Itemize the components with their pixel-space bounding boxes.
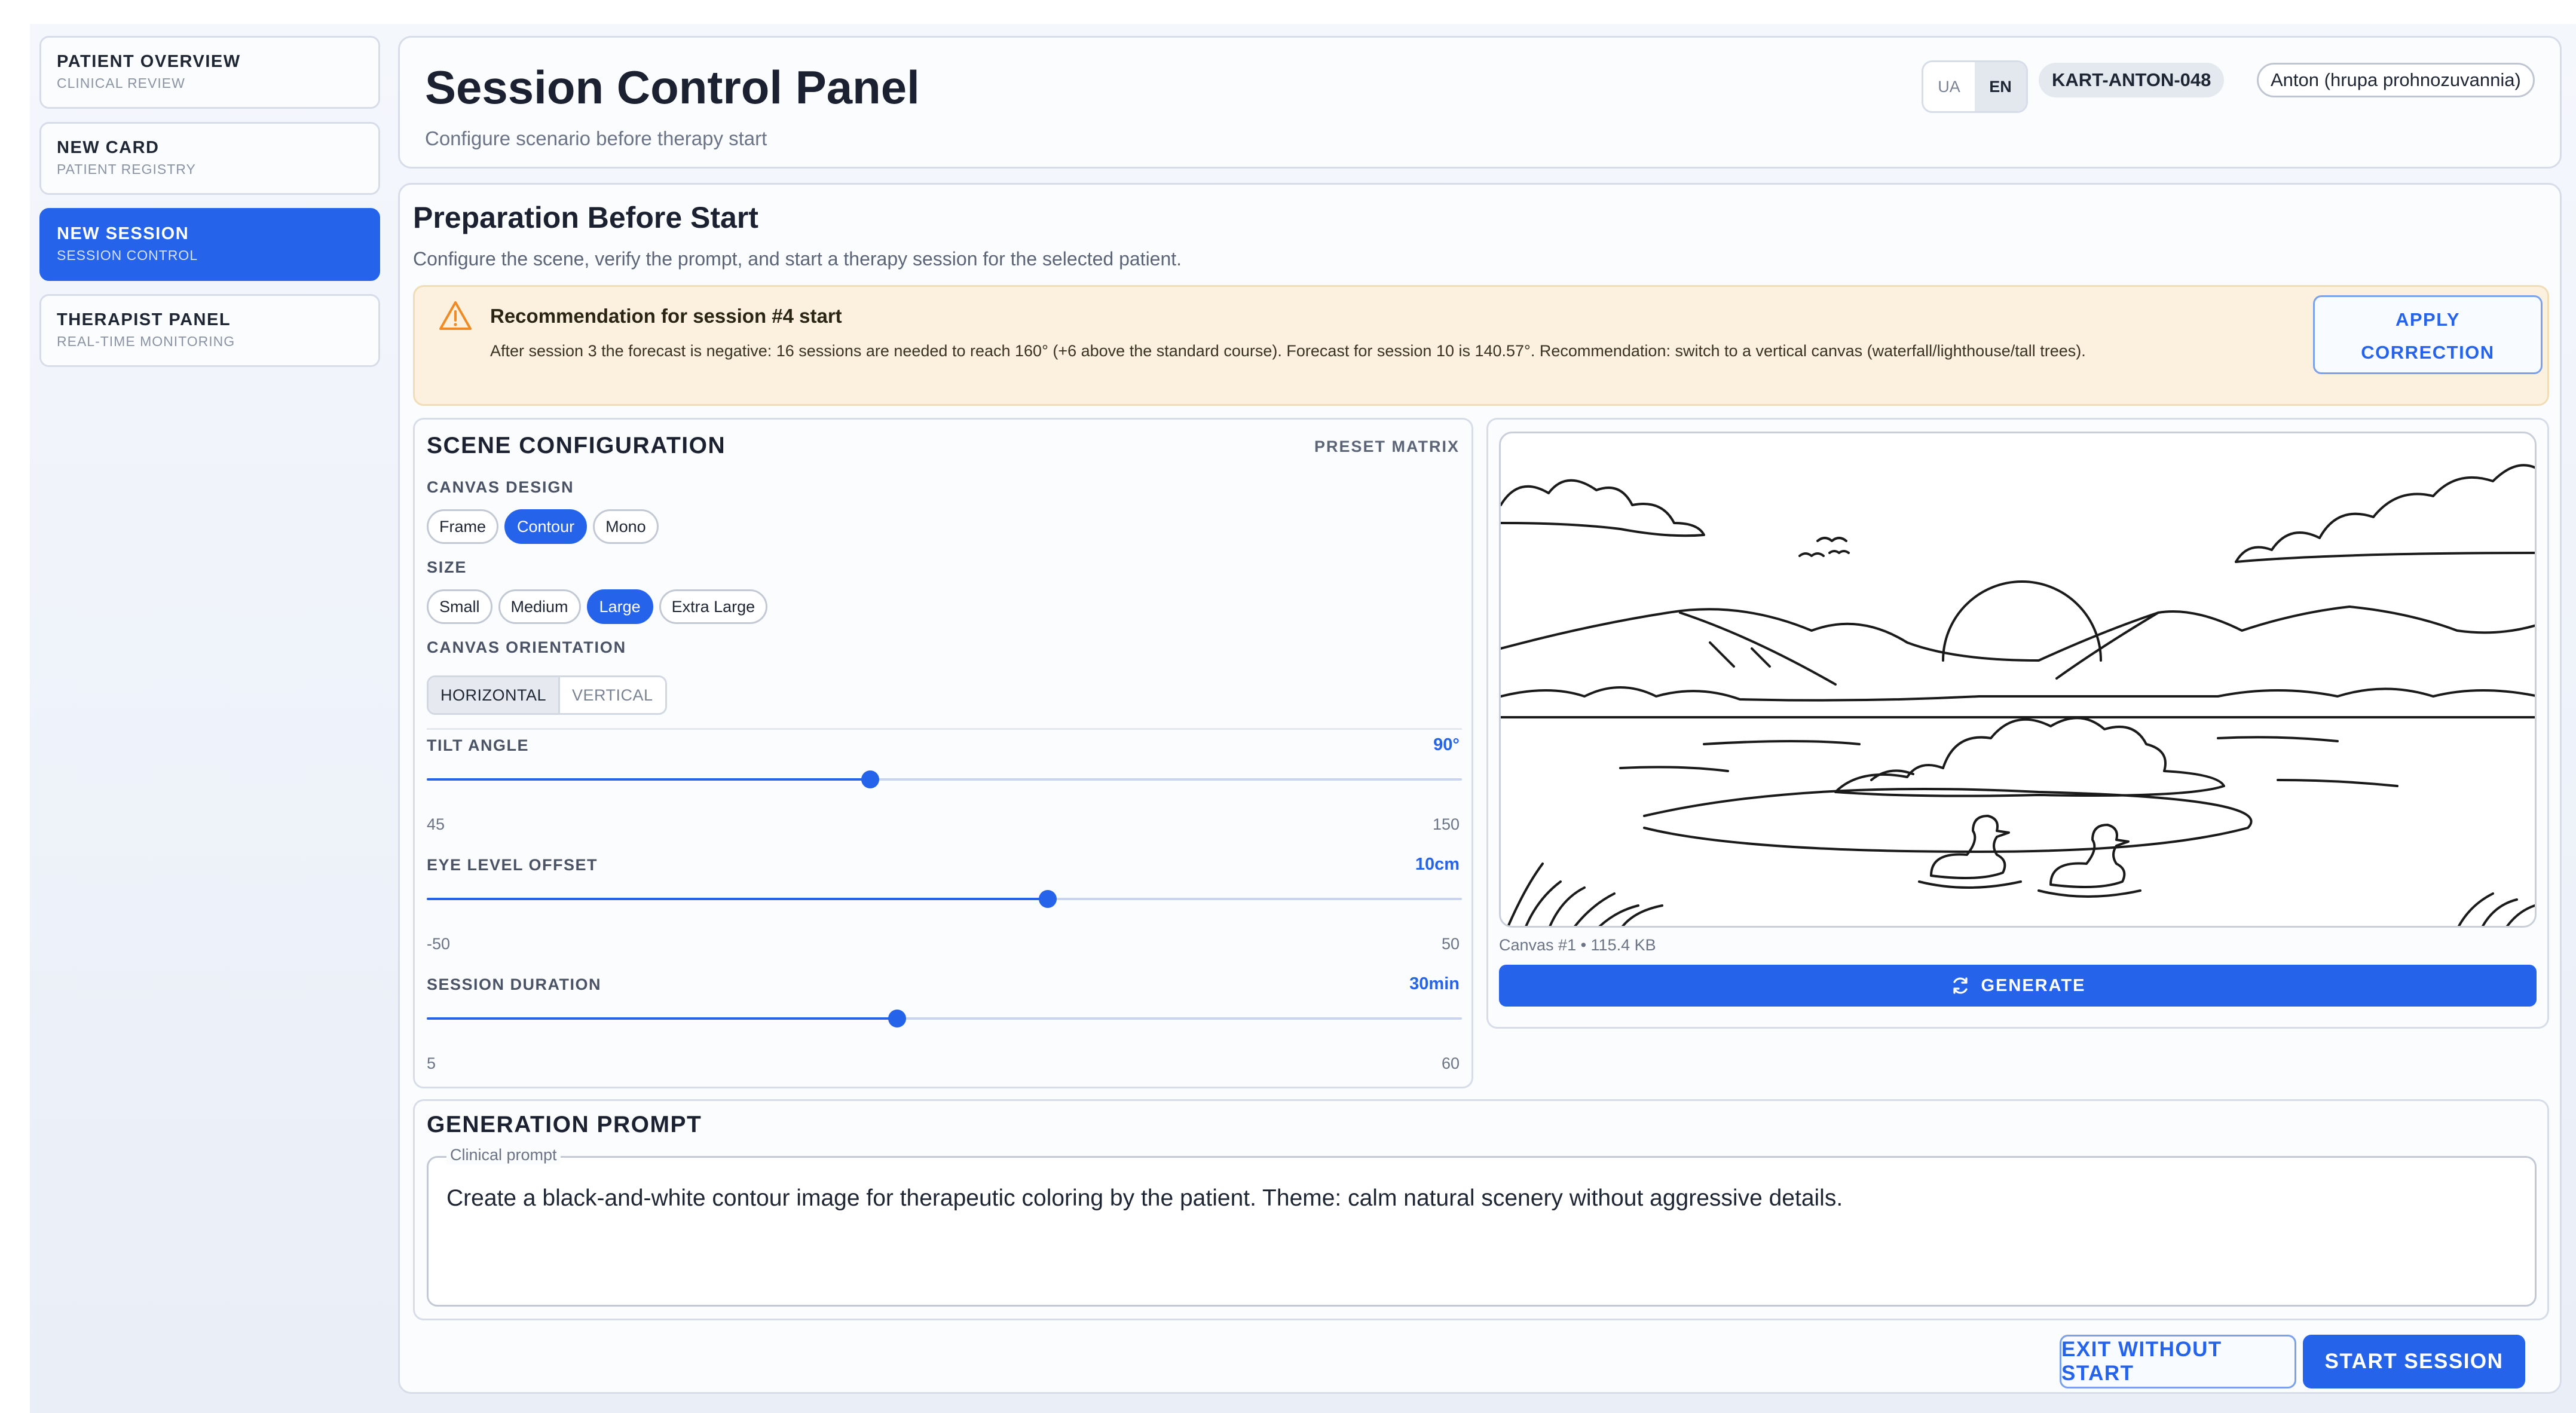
sidebar-item-title: NEW CARD	[57, 138, 160, 157]
size-extra-large-chip[interactable]: Extra Large	[659, 589, 768, 624]
eye-level-offset-max: 50	[1441, 935, 1460, 953]
tilt-angle-max: 150	[1432, 815, 1460, 833]
preparation-subtitle: Configure the scene, verify the prompt, …	[413, 248, 1182, 270]
session-duration-max: 60	[1441, 1054, 1460, 1072]
scene-configuration-title: SCENE CONFIGURATION	[427, 433, 726, 458]
sidebar-item-subtitle: CLINICAL REVIEW	[57, 75, 185, 91]
session-duration-min: 5	[427, 1054, 436, 1072]
orientation-horizontal-option[interactable]: HORIZONTAL	[429, 677, 561, 713]
generation-prompt-title: GENERATION PROMPT	[427, 1112, 702, 1137]
slider-fill	[427, 898, 1048, 900]
tilt-angle-slider[interactable]	[427, 770, 1462, 788]
session-duration-slider[interactable]	[427, 1010, 1462, 1027]
sidebar-item-subtitle: SESSION CONTROL	[57, 247, 198, 263]
preparation-title: Preparation Before Start	[413, 201, 758, 234]
language-ua-button[interactable]: UA	[1923, 62, 1975, 111]
slider-thumb[interactable]	[861, 770, 880, 788]
canvas-caption: Canvas #1 • 115.4 KB	[1499, 936, 1656, 954]
alert-title: Recommendation for session #4 start	[490, 305, 842, 327]
sidebar-item-title: NEW SESSION	[57, 224, 189, 243]
slider-fill	[427, 1017, 898, 1020]
clinical-prompt-label: Clinical prompt	[446, 1146, 561, 1164]
page-title: Session Control Panel	[425, 61, 920, 114]
slider-thumb[interactable]	[888, 1010, 907, 1027]
page-subtitle: Configure scenario before therapy start	[425, 127, 767, 149]
tilt-angle-label: TILT ANGLE	[427, 736, 529, 754]
sidebar-item-patient-overview[interactable]: PATIENT OVERVIEW CLINICAL REVIEW	[39, 36, 380, 109]
generate-button[interactable]: GENERATE	[1499, 965, 2537, 1007]
tilt-angle-value: 90°	[1433, 735, 1460, 754]
apply-correction-line2: CORRECTION	[2361, 342, 2495, 363]
language-en-button[interactable]: EN	[1975, 62, 2026, 111]
slider-thumb[interactable]	[1039, 890, 1057, 908]
sidebar-item-title: THERAPIST PANEL	[57, 310, 231, 329]
sidebar-item-therapist-panel[interactable]: THERAPIST PANEL REAL-TIME MONITORING	[39, 294, 380, 367]
clinical-prompt-field[interactable]: Clinical prompt Create a black-and-white…	[427, 1146, 2537, 1307]
exit-without-start-button[interactable]: EXIT WITHOUT START	[2060, 1335, 2296, 1388]
generation-prompt-panel: GENERATION PROMPT Clinical prompt Create…	[413, 1099, 2549, 1320]
start-session-button[interactable]: START SESSION	[2303, 1335, 2525, 1388]
eye-level-offset-value: 10cm	[1415, 855, 1460, 874]
size-label: SIZE	[427, 558, 467, 576]
landscape-contour-illustration	[1501, 464, 2535, 926]
design-mono-chip[interactable]: Mono	[593, 509, 659, 544]
refresh-icon	[1953, 977, 1968, 994]
canvas-design-options: Frame Contour Mono	[427, 509, 659, 544]
app-window: PATIENT OVERVIEW CLINICAL REVIEW NEW CAR…	[30, 24, 2576, 1413]
sidebar-item-new-session[interactable]: NEW SESSION SESSION CONTROL	[39, 208, 380, 281]
sidebar-item-new-card[interactable]: NEW CARD PATIENT REGISTRY	[39, 122, 380, 195]
patient-name-badge[interactable]: Anton (hrupa prohnozuvannia)	[2257, 63, 2535, 97]
scene-configuration-panel: SCENE CONFIGURATION PRESET MATRIX CANVAS…	[413, 418, 1473, 1088]
main-panel: Preparation Before Start Configure the s…	[398, 183, 2562, 1394]
canvas-orientation-label: CANVAS ORIENTATION	[427, 638, 626, 656]
sidebar: PATIENT OVERVIEW CLINICAL REVIEW NEW CAR…	[39, 36, 380, 380]
design-frame-chip[interactable]: Frame	[427, 509, 499, 544]
apply-correction-line1: APPLY	[2395, 309, 2460, 330]
orientation-toggle: HORIZONTAL VERTICAL	[427, 675, 667, 715]
sidebar-item-subtitle: PATIENT REGISTRY	[57, 161, 196, 177]
session-duration-label: SESSION DURATION	[427, 975, 602, 993]
canvas-preview-panel: Canvas #1 • 115.4 KB GENERATE	[1486, 418, 2549, 1029]
orientation-vertical-option[interactable]: VERTICAL	[560, 677, 665, 713]
size-large-chip[interactable]: Large	[586, 589, 653, 624]
size-small-chip[interactable]: Small	[427, 589, 492, 624]
size-medium-chip[interactable]: Medium	[498, 589, 581, 624]
apply-correction-button[interactable]: APPLY CORRECTION	[2313, 295, 2543, 374]
alert-text: After session 3 the forecast is negative…	[490, 342, 2086, 360]
canvas-design-label: CANVAS DESIGN	[427, 478, 574, 496]
card-id-badge: KART-ANTON-048	[2039, 63, 2225, 97]
slider-fill	[427, 778, 871, 781]
size-options: Small Medium Large Extra Large	[427, 589, 768, 624]
eye-level-offset-slider[interactable]	[427, 890, 1462, 908]
sidebar-item-title: PATIENT OVERVIEW	[57, 52, 241, 71]
warning-triangle-icon	[439, 301, 472, 330]
recommendation-alert: Recommendation for session #4 start Afte…	[413, 285, 2549, 406]
language-switcher: UA EN	[1922, 60, 2028, 113]
sidebar-item-subtitle: REAL-TIME MONITORING	[57, 334, 235, 349]
session-duration-value: 30min	[1409, 974, 1460, 993]
canvas-preview-image	[1499, 432, 2537, 928]
page-header: Session Control Panel Configure scenario…	[398, 36, 2562, 169]
divider	[427, 728, 1462, 730]
generate-button-label: GENERATE	[1981, 975, 2086, 995]
preset-matrix-link[interactable]: PRESET MATRIX	[1314, 438, 1460, 456]
eye-level-offset-label: EYE LEVEL OFFSET	[427, 856, 598, 874]
design-contour-chip[interactable]: Contour	[504, 509, 588, 544]
tilt-angle-min: 45	[427, 815, 445, 833]
eye-level-offset-min: -50	[427, 935, 451, 953]
clinical-prompt-text[interactable]: Create a black-and-white contour image f…	[446, 1182, 2508, 1215]
